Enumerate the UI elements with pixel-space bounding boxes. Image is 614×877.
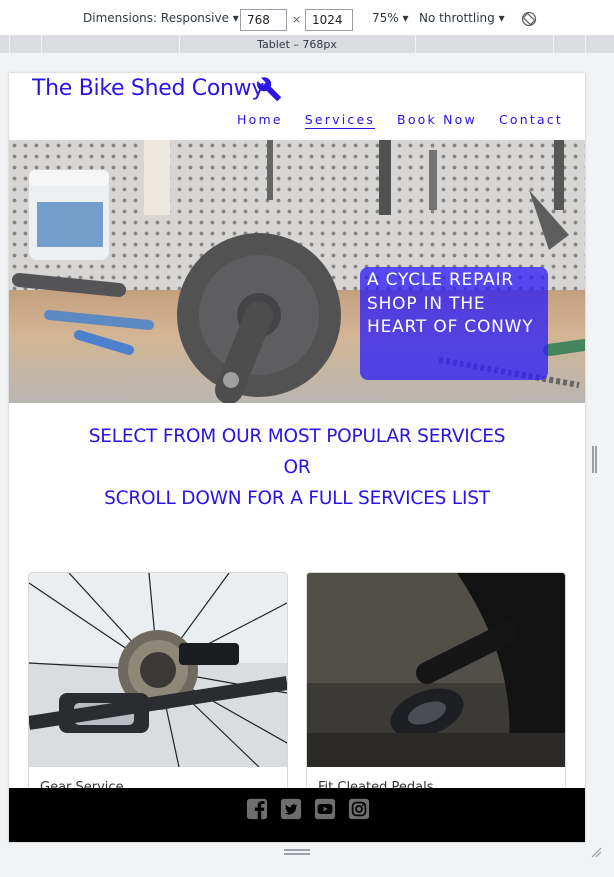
site-footer [9, 788, 585, 842]
nav-book-now[interactable]: Book Now [397, 112, 477, 129]
hero-caption-line: SHOP IN THE [367, 293, 486, 314]
site-header: The Bike Shed Conwy Home Services Book N… [9, 73, 585, 140]
hero-banner: A CYCLE REPAIR SHOP IN THE HEART OF CONW… [9, 140, 585, 403]
hero-caption-line: HEART OF CONWY [367, 317, 534, 337]
times-sign: × [292, 13, 302, 26]
hero-caption-line: A CYCLE REPAIR [367, 270, 514, 290]
nav-contact[interactable]: Contact [499, 112, 563, 129]
facebook-icon[interactable] [246, 798, 268, 820]
zoom-dropdown[interactable]: 75% ▾ [372, 11, 409, 25]
media-query-label: Tablet – 768px [257, 38, 337, 51]
intro-line: OR [283, 457, 311, 478]
intro-line: SELECT FROM OUR MOST POPULAR SERVICES [88, 426, 506, 447]
services-intro: SELECT FROM OUR MOST POPULAR SERVICES OR… [9, 421, 585, 514]
twitter-icon[interactable] [280, 798, 302, 820]
site-logo[interactable]: The Bike Shed Conwy [32, 76, 264, 101]
youtube-icon[interactable] [314, 798, 336, 820]
main-nav: Home Services Book Now Contact [237, 112, 563, 129]
resize-handle-right[interactable] [592, 446, 597, 473]
instagram-icon[interactable] [348, 798, 370, 820]
service-card-pedals[interactable]: Fit Cleated Pedals [306, 572, 566, 812]
rotate-icon[interactable] [521, 11, 537, 27]
nav-home[interactable]: Home [237, 112, 283, 129]
intro-line: SCROLL DOWN FOR A FULL SERVICES LIST [104, 488, 490, 509]
throttling-dropdown[interactable]: No throttling ▾ [419, 11, 505, 25]
gear-service-image [29, 573, 287, 767]
device-viewport: The Bike Shed Conwy Home Services Book N… [9, 73, 585, 842]
service-card-gear[interactable]: Gear Service [28, 572, 288, 812]
pedals-service-image [307, 573, 565, 767]
resize-corner-icon[interactable] [590, 846, 602, 858]
height-input[interactable]: 1024 [305, 9, 353, 31]
devtools-device-toolbar: Dimensions: Responsive ▾ 768 × 1024 75% … [0, 0, 614, 36]
wrench-icon [257, 77, 281, 101]
hero-caption: A CYCLE REPAIR SHOP IN THE HEART OF CONW… [360, 267, 548, 380]
resize-handle-bottom[interactable] [284, 849, 310, 855]
width-input[interactable]: 768 [240, 9, 287, 31]
dimensions-dropdown[interactable]: Dimensions: Responsive ▾ [83, 11, 239, 25]
media-query-bar: Tablet – 768px [0, 36, 614, 53]
nav-services[interactable]: Services [304, 112, 376, 129]
